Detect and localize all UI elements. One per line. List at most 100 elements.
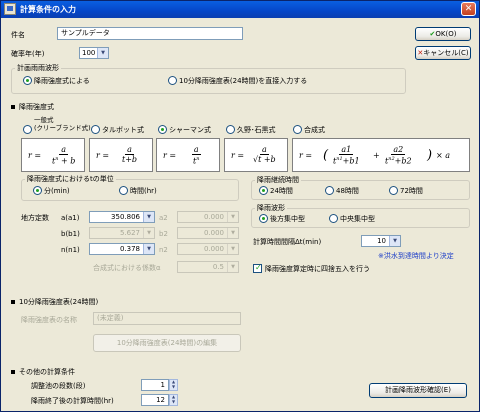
formula-kuno-box: r = a √t +b <box>224 138 288 172</box>
n2-label: n2 <box>159 246 168 254</box>
duration-24h-radio[interactable] <box>259 186 268 195</box>
app-icon <box>4 3 16 15</box>
table10-section-title: 10分降雨強度表(24時間) <box>19 298 99 306</box>
return-period-value: 100 <box>82 49 96 57</box>
section-bullet <box>11 105 15 109</box>
waveform-center-label[interactable]: 中央集中型 <box>340 214 375 224</box>
duration-72h-radio[interactable] <box>389 186 398 195</box>
waveform-center-radio[interactable] <box>329 214 338 223</box>
spin-down-icon[interactable]: ▼ <box>170 385 177 390</box>
after-rain-label: 降雨終了後の計算時間(hr) <box>31 397 114 405</box>
formula-sherman-box: r = a tn <box>156 138 220 172</box>
n2-value: 0.000 <box>203 245 224 253</box>
duration-group-title: 降雨継続時間 <box>255 176 301 185</box>
cancel-button[interactable]: ✕キャンセル(C) <box>415 46 471 60</box>
n1-select[interactable]: 0.378 ▼ <box>89 243 155 255</box>
confirm-hyetograph-button[interactable]: 計画降雨波形確認(E) <box>369 383 467 398</box>
chevron-down-icon: ▼ <box>143 212 154 222</box>
formula-composite-label[interactable]: 合成式 <box>304 125 325 135</box>
interval-label: 計算時間間隔Δt(min) <box>253 238 322 246</box>
chevron-down-icon: ▼ <box>143 244 154 254</box>
ponds-spinner[interactable]: ▲ ▼ <box>169 379 178 391</box>
interval-note: ※洪水到達時間より決定 <box>378 252 454 260</box>
formula-kuno-radio[interactable] <box>226 125 235 134</box>
chevron-down-icon: ▼ <box>227 262 238 272</box>
chevron-down-icon: ▼ <box>97 48 108 58</box>
a2-select[interactable]: 0.000 ▼ <box>177 211 239 223</box>
alpha-value: 0.5 <box>212 263 224 271</box>
table10-edit-button[interactable]: 10分降雨強度表(24時間)の編集 <box>93 334 241 352</box>
time-unit-hr-radio[interactable] <box>119 186 128 195</box>
a2-value: 0.000 <box>203 213 224 221</box>
alpha-label: 合成式における係数α <box>93 264 161 272</box>
title-bar[interactable]: 計算条件の入力 ✕ <box>1 1 479 18</box>
b2-select[interactable]: 0.000 ▼ <box>177 227 239 239</box>
formula-general-label[interactable]: 一般式 (クリーブランド式) <box>34 116 91 132</box>
return-period-select[interactable]: 100 ▼ <box>79 47 109 59</box>
waveform-rear-radio[interactable] <box>259 214 268 223</box>
chevron-down-icon: ▼ <box>227 228 238 238</box>
formula-talbot-label[interactable]: タルボット式 <box>102 125 144 135</box>
interval-value: 10 <box>377 237 386 245</box>
after-rain-spinner[interactable]: ▲ ▼ <box>169 394 178 406</box>
time-unit-hr-label[interactable]: 時間(hr) <box>130 186 157 196</box>
n1-label: n(n1) <box>61 246 80 254</box>
ok-label: OK(O) <box>435 30 457 38</box>
n2-select[interactable]: 0.000 ▼ <box>177 243 239 255</box>
hyetograph-table-label[interactable]: 10分降雨強度表(24時間)を直接入力する <box>179 76 307 86</box>
duration-24h-label[interactable]: 24時間 <box>270 186 293 196</box>
formula-talbot-box: r = a t+b <box>89 138 153 172</box>
formula-sherman-radio[interactable] <box>158 125 167 134</box>
dialog-window: 計算条件の入力 ✕ 件名 サンプルデータ 確率年(年) 100 ▼ ✔OK(O)… <box>0 0 480 412</box>
hyetograph-formula-radio[interactable] <box>23 76 32 85</box>
hyetograph-group-title: 計画雨雨波形 <box>15 64 61 73</box>
a1-value: 350.806 <box>111 213 140 221</box>
formula-composite-radio[interactable] <box>293 125 302 134</box>
interval-select[interactable]: 10 ▼ <box>361 235 401 247</box>
constants-label: 地方定数 <box>21 214 49 222</box>
rounding-checkbox[interactable] <box>253 263 262 273</box>
table10-name-input[interactable]: (未定義) <box>93 312 241 325</box>
window-title: 計算条件の入力 <box>20 5 76 14</box>
b1-label: b(b1) <box>61 230 80 238</box>
b1-value: 5.627 <box>119 229 140 237</box>
after-rain-input[interactable]: 12 <box>141 394 169 406</box>
chevron-down-icon: ▼ <box>143 228 154 238</box>
alpha-select[interactable]: 0.5 ▼ <box>177 261 239 273</box>
close-icon: ✕ <box>464 4 473 14</box>
formula-sherman-label[interactable]: シャーマン式 <box>169 125 211 135</box>
formula-talbot-radio[interactable] <box>91 125 100 134</box>
a1-select[interactable]: 350.806 ▼ <box>89 211 155 223</box>
section-bullet <box>11 300 15 304</box>
time-unit-min-label[interactable]: 分(min) <box>44 186 70 196</box>
name-label: 件名 <box>11 31 25 39</box>
rounding-label[interactable]: 降雨強度算定時に四捨五入を行う <box>265 264 370 274</box>
duration-48h-radio[interactable] <box>325 186 334 195</box>
table10-name-label: 降雨強度表の名称 <box>21 316 77 324</box>
b2-label: b2 <box>159 230 168 238</box>
a1-label: a(a1) <box>61 214 80 222</box>
waveform-rear-label[interactable]: 後方集中型 <box>270 214 305 224</box>
ponds-input[interactable]: 1 <box>141 379 169 391</box>
ok-button[interactable]: ✔OK(O) <box>415 27 471 41</box>
spin-down-icon[interactable]: ▼ <box>170 400 177 405</box>
chevron-down-icon: ▼ <box>389 236 400 246</box>
intensity-section-title: 降雨強度式 <box>19 103 54 111</box>
formula-kuno-label[interactable]: 久野･石黒式 <box>237 125 276 135</box>
name-input[interactable]: サンプルデータ <box>57 27 243 40</box>
time-unit-min-radio[interactable] <box>33 186 42 195</box>
duration-72h-label[interactable]: 72時間 <box>400 186 423 196</box>
time-unit-group-title: 降雨強度式におけるtの単位 <box>25 175 116 184</box>
formula-composite-box: r = ( a1 tn1+b1 + a2 tn2+b2 ) × a <box>292 138 470 172</box>
other-section-title: その他の計算条件 <box>19 368 75 376</box>
a2-label: a2 <box>159 214 168 222</box>
b1-select[interactable]: 5.627 ▼ <box>89 227 155 239</box>
hyetograph-formula-label[interactable]: 降雨強度式による <box>34 76 90 86</box>
close-button[interactable]: ✕ <box>461 2 476 16</box>
formula-general-radio[interactable] <box>23 125 32 134</box>
hyetograph-table-radio[interactable] <box>168 76 177 85</box>
formula-general-box: r = a tn + b <box>21 138 85 172</box>
duration-48h-label[interactable]: 48時間 <box>336 186 359 196</box>
chevron-down-icon: ▼ <box>227 212 238 222</box>
b2-value: 0.000 <box>203 229 224 237</box>
